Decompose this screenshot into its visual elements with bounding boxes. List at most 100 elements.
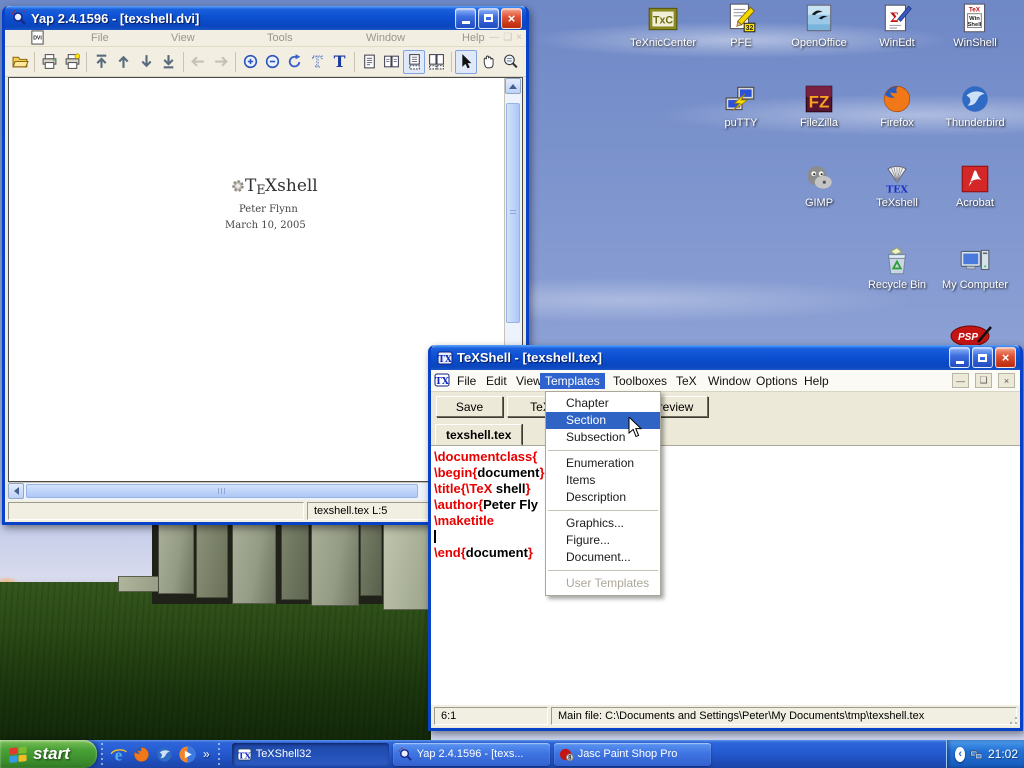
texshell-close-button[interactable]: × xyxy=(995,347,1016,368)
texshell-titlebar[interactable]: TX TeXShell - [texshell.tex] × xyxy=(431,345,1020,370)
yap-minimize-button[interactable] xyxy=(455,8,476,29)
quick-launch-internet-explorer-icon[interactable]: e xyxy=(109,745,128,764)
yap-titlebar[interactable]: Yap 2.4.1596 - [texshell.dvi] × xyxy=(5,6,526,30)
texshell-menu-options[interactable]: Options xyxy=(751,373,802,389)
quick-launch-overflow-chevron[interactable]: » xyxy=(203,747,210,761)
editor-line[interactable]: \end{document} xyxy=(434,545,1020,561)
print-preview-icon[interactable] xyxy=(61,50,83,74)
first-page-icon[interactable] xyxy=(90,50,112,74)
text-mode-icon[interactable]: T xyxy=(329,50,351,74)
menu-item-graphics[interactable]: Graphics... xyxy=(546,515,660,532)
desktop-icon-pfe[interactable]: 32PFE xyxy=(703,2,779,49)
menu-item-items[interactable]: Items xyxy=(546,472,660,489)
desktop-icon-acrobat[interactable]: Acrobat xyxy=(937,162,1013,209)
menu-item-enumeration[interactable]: Enumeration xyxy=(546,455,660,472)
tab-texshell-tex[interactable]: texshell.tex xyxy=(435,424,522,445)
texshell-menu-tex[interactable]: TeX xyxy=(671,373,702,389)
texshell-menu-help[interactable]: Help xyxy=(799,373,834,389)
desktop-icon-my-computer[interactable]: My Computer xyxy=(937,244,1013,291)
yap-maximize-button[interactable] xyxy=(478,8,499,29)
editor-line[interactable]: \title{\TeX shell} xyxy=(434,481,1020,497)
mdi-close-icon[interactable]: × xyxy=(998,373,1015,388)
zoom-in-icon[interactable] xyxy=(239,50,261,74)
desktop-icon-texshell[interactable]: TEXTeXshell xyxy=(859,162,935,209)
yap-menu-view[interactable]: View xyxy=(171,32,195,44)
hand-tool-icon[interactable] xyxy=(477,50,499,74)
menu-item-figure[interactable]: Figure... xyxy=(546,532,660,549)
menu-item-description[interactable]: Description xyxy=(546,489,660,506)
yap-menu-tools[interactable]: Tools xyxy=(267,32,293,44)
tray-collapse-chevron-icon[interactable]: ‹ xyxy=(955,747,965,762)
desktop-icon-thunderbird[interactable]: Thunderbird xyxy=(937,82,1013,129)
texshell-minimize-button[interactable] xyxy=(949,347,970,368)
next-page-icon[interactable] xyxy=(135,50,157,74)
mdi-close-icon[interactable]: × xyxy=(516,32,522,43)
yap-mdi-buttons[interactable]: — ❑ × xyxy=(489,32,522,43)
yap-close-button[interactable]: × xyxy=(501,8,522,29)
taskbar-clock[interactable]: 21:02 xyxy=(988,747,1018,761)
texshell-mdi-buttons[interactable]: — ❑ × xyxy=(952,373,1015,388)
yap-menu-file[interactable]: File xyxy=(91,32,109,44)
texshell-menu-window[interactable]: Window xyxy=(703,373,756,389)
desktop-icon-openoffice[interactable]: OpenOffice xyxy=(781,2,857,49)
desktop-icon-paint-shop-pro[interactable]: PSP xyxy=(948,323,994,345)
texshell-menu-file[interactable]: File xyxy=(452,373,481,389)
select-tool-icon[interactable] xyxy=(455,50,477,74)
menu-item-document[interactable]: Document... xyxy=(546,549,660,566)
desktop-icon-firefox[interactable]: Firefox xyxy=(859,82,935,129)
open-file-icon[interactable] xyxy=(9,50,31,74)
horizontal-scroll-thumb[interactable] xyxy=(26,484,418,498)
texshell-menu-templates[interactable]: Templates xyxy=(540,373,605,389)
taskbar-separator[interactable] xyxy=(217,743,221,765)
previous-page-icon[interactable] xyxy=(113,50,135,74)
texshell-maximize-button[interactable] xyxy=(972,347,993,368)
taskbar-button-jasc-paint-shop-pro[interactable]: 8Jasc Paint Shop Pro xyxy=(554,743,711,766)
mdi-restore-icon[interactable]: ❑ xyxy=(975,373,992,388)
quick-launch-thunderbird-icon[interactable] xyxy=(155,745,174,764)
desktop-icon-filezilla[interactable]: FZFileZilla xyxy=(781,82,857,129)
desktop-icon-recycle-bin[interactable]: Recycle Bin xyxy=(859,244,935,291)
taskbar-button-yap-2-4-1596-texs[interactable]: Yap 2.4.1596 - [texs... xyxy=(393,743,550,766)
editor-line[interactable]: \begin{document} xyxy=(434,465,1020,481)
scroll-left-button[interactable] xyxy=(8,483,24,499)
desktop-icon-texniccenter[interactable]: TxCTeXnicCenter xyxy=(625,2,701,49)
editor-line[interactable]: \author{Peter Fly xyxy=(434,497,1020,513)
mdi-restore-icon[interactable]: ❑ xyxy=(503,32,512,43)
print-icon[interactable] xyxy=(38,50,60,74)
desktop-icon-winedt[interactable]: ΣWinEdt xyxy=(859,2,935,49)
texshell-menu-edit[interactable]: Edit xyxy=(481,373,512,389)
quick-launch-firefox-icon[interactable] xyxy=(132,745,151,764)
menu-item-chapter[interactable]: Chapter xyxy=(546,395,660,412)
zoom-out-icon[interactable] xyxy=(261,50,283,74)
save-button[interactable]: Save xyxy=(436,396,503,417)
editor-line[interactable] xyxy=(434,529,1020,545)
taskbar-button-texshell32[interactable]: TXTeXShell32 xyxy=(232,743,389,766)
refresh-icon[interactable] xyxy=(284,50,306,74)
scroll-up-button[interactable] xyxy=(505,78,521,94)
dvi-document-icon[interactable]: DVI xyxy=(30,30,45,45)
magnifier-icon[interactable] xyxy=(500,50,522,74)
single-page-icon[interactable] xyxy=(358,50,380,74)
last-page-icon[interactable] xyxy=(158,50,180,74)
two-page-icon[interactable] xyxy=(380,50,402,74)
continuous-icon[interactable] xyxy=(403,50,425,74)
quick-launch-media-player-icon[interactable] xyxy=(178,745,197,764)
network-icon[interactable] xyxy=(970,747,983,761)
editor-line[interactable]: \documentclass{ xyxy=(434,449,1020,465)
mdi-minimize-icon[interactable]: — xyxy=(489,32,499,43)
taskbar-separator[interactable] xyxy=(100,743,104,765)
start-button[interactable]: start xyxy=(0,740,97,768)
resize-grip[interactable] xyxy=(1006,713,1019,726)
vertical-scroll-thumb[interactable] xyxy=(506,103,520,323)
texshell-menu-toolboxes[interactable]: Toolboxes xyxy=(608,373,672,389)
editor-line[interactable]: \maketitle xyxy=(434,513,1020,529)
desktop-icon-winshell[interactable]: TeXWinShellWinShell xyxy=(937,2,1013,49)
desktop-icon-putty[interactable]: puTTY xyxy=(703,82,779,129)
desktop-icon-gimp[interactable]: GIMP xyxy=(781,162,857,209)
continuous-two-icon[interactable] xyxy=(425,50,447,74)
yap-menu-window[interactable]: Window xyxy=(366,32,405,44)
mdi-minimize-icon[interactable]: — xyxy=(952,373,969,388)
texshell-editor[interactable]: \documentclass{\begin{document}\title{\T… xyxy=(431,446,1020,705)
ruler-icon[interactable]: T xyxy=(306,50,328,74)
yap-menu-help[interactable]: Help xyxy=(462,32,485,44)
